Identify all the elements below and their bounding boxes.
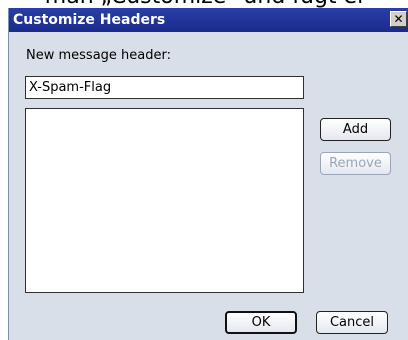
screenshot: man „Customize" und fügt ei Customize He…	[0, 0, 408, 340]
dialog-title: Customize Headers	[13, 12, 166, 28]
customize-headers-dialog: Customize Headers ✕ New message header: …	[8, 8, 408, 340]
new-header-label: New message header:	[26, 48, 171, 63]
background-caption-text: man „Customize" und fügt ei	[0, 0, 408, 8]
ok-button[interactable]: OK	[225, 311, 297, 334]
dialog-titlebar[interactable]: Customize Headers ✕	[9, 8, 408, 32]
remove-button[interactable]: Remove	[320, 152, 391, 175]
new-header-input[interactable]	[25, 76, 304, 99]
close-button[interactable]: ✕	[390, 11, 407, 27]
cancel-button[interactable]: Cancel	[316, 311, 388, 334]
add-button[interactable]: Add	[320, 118, 391, 141]
close-icon: ✕	[393, 12, 404, 26]
headers-list[interactable]	[25, 108, 304, 293]
